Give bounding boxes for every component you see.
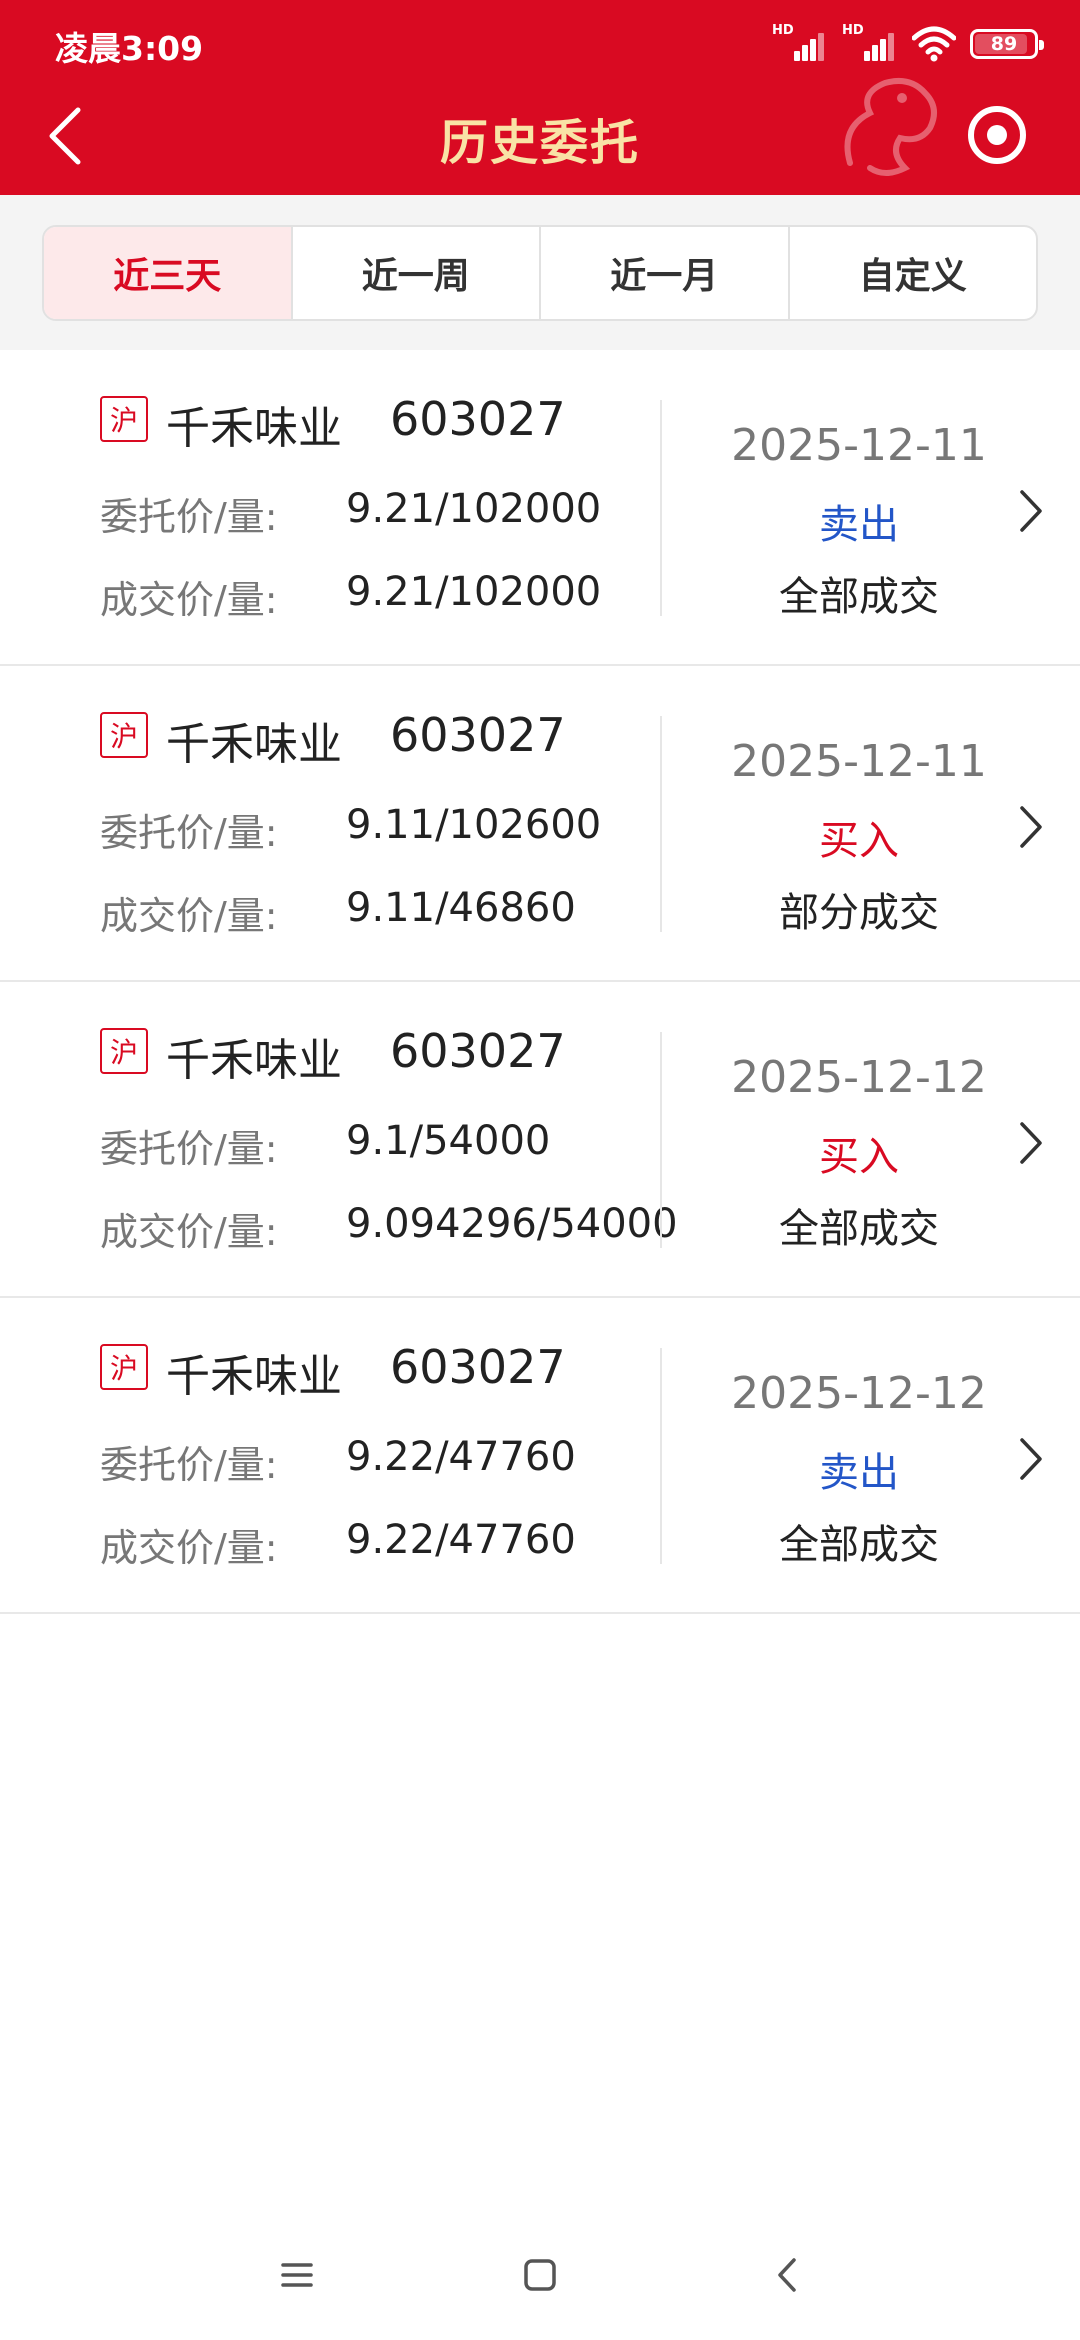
market-badge: 沪 <box>100 396 148 442</box>
deal-price-label: 成交价/量: <box>100 578 278 622</box>
order-item[interactable]: 沪 千禾味业 603027 委托价/量: 9.21/102000 成交价/量: … <box>0 350 1080 666</box>
order-date: 2025-12-12 <box>731 1052 987 1103</box>
divider <box>660 1348 662 1564</box>
tab-last-week[interactable]: 近一周 <box>290 227 540 319</box>
order-date: 2025-12-11 <box>731 736 987 787</box>
order-side: 买入 <box>819 818 899 864</box>
stock-code: 603027 <box>390 1340 566 1394</box>
order-price-label: 委托价/量: <box>100 1127 278 1171</box>
signal-icon: HD <box>772 23 828 63</box>
app-header: 凌晨3:09 HD HD 89 历史委托 <box>0 0 1080 195</box>
order-side: 卖出 <box>819 502 899 548</box>
signal-hd-label: HD <box>772 23 794 38</box>
order-price-value: 9.21/102000 <box>346 486 602 532</box>
status-icons: HD HD 89 <box>772 22 1044 66</box>
order-price-label: 委托价/量: <box>100 495 278 539</box>
market-badge: 沪 <box>100 712 148 758</box>
back-triangle-icon[interactable] <box>758 2250 818 2300</box>
tab-last-three-days[interactable]: 近三天 <box>44 227 291 319</box>
fill-status: 全部成交 <box>779 1522 939 1568</box>
deal-price-value: 9.21/102000 <box>346 569 602 615</box>
chevron-right-icon <box>1020 1122 1042 1164</box>
order-price-value: 9.22/47760 <box>346 1434 576 1480</box>
order-item[interactable]: 沪 千禾味业 603027 委托价/量: 9.1/54000 成交价/量: 9.… <box>0 982 1080 1298</box>
tab-custom[interactable]: 自定义 <box>787 227 1037 319</box>
stock-code: 603027 <box>390 1024 566 1078</box>
market-badge: 沪 <box>100 1344 148 1390</box>
filter-bar: 近三天 近一周 近一月 自定义 <box>0 195 1080 350</box>
fill-status: 部分成交 <box>779 890 939 936</box>
chevron-right-icon <box>1020 806 1042 848</box>
wifi-icon <box>912 26 956 62</box>
order-item[interactable]: 沪 千禾味业 603027 委托价/量: 9.11/102600 成交价/量: … <box>0 666 1080 982</box>
battery-icon: 89 <box>970 29 1044 59</box>
stock-code: 603027 <box>390 392 566 446</box>
order-list: 沪 千禾味业 603027 委托价/量: 9.21/102000 成交价/量: … <box>0 350 1080 1614</box>
dragon-logo-icon <box>844 78 937 176</box>
divider <box>660 400 662 616</box>
deal-price-value: 9.094296/54000 <box>346 1201 678 1247</box>
divider <box>660 1032 662 1248</box>
order-price-value: 9.1/54000 <box>346 1118 551 1164</box>
status-time: 凌晨3:09 <box>55 29 204 68</box>
record-icon <box>987 125 1007 145</box>
chevron-right-icon <box>1020 490 1042 532</box>
system-nav-bar <box>0 2220 1080 2320</box>
home-square-icon[interactable] <box>510 2250 570 2300</box>
fill-status: 全部成交 <box>779 574 939 620</box>
stock-name: 千禾味业 <box>166 1035 342 1086</box>
record-button[interactable] <box>968 106 1026 164</box>
deal-price-value: 9.11/46860 <box>346 885 576 931</box>
stock-name: 千禾味业 <box>166 403 342 454</box>
signal-hd-label: HD <box>842 23 864 38</box>
divider <box>660 716 662 932</box>
deal-price-label: 成交价/量: <box>100 1210 278 1254</box>
tab-last-month[interactable]: 近一月 <box>539 227 788 319</box>
order-item[interactable]: 沪 千禾味业 603027 委托价/量: 9.22/47760 成交价/量: 9… <box>0 1298 1080 1614</box>
deal-price-label: 成交价/量: <box>100 894 278 938</box>
market-badge: 沪 <box>100 1028 148 1074</box>
battery-level: 89 <box>990 33 1018 55</box>
deal-price-value: 9.22/47760 <box>346 1517 576 1563</box>
period-tabs: 近三天 近一周 近一月 自定义 <box>42 225 1038 321</box>
order-side: 卖出 <box>819 1450 899 1496</box>
deal-price-label: 成交价/量: <box>100 1526 278 1570</box>
stock-code: 603027 <box>390 708 566 762</box>
order-price-value: 9.11/102600 <box>346 802 602 848</box>
chevron-right-icon <box>1020 1438 1042 1480</box>
signal-icon: HD <box>842 23 898 63</box>
order-date: 2025-12-11 <box>731 420 987 471</box>
order-date: 2025-12-12 <box>731 1368 987 1419</box>
fill-status: 全部成交 <box>779 1206 939 1252</box>
order-price-label: 委托价/量: <box>100 1443 278 1487</box>
order-price-label: 委托价/量: <box>100 811 278 855</box>
order-side: 买入 <box>819 1134 899 1180</box>
menu-icon[interactable] <box>267 2250 327 2300</box>
stock-name: 千禾味业 <box>166 1351 342 1402</box>
stock-name: 千禾味业 <box>166 719 342 770</box>
